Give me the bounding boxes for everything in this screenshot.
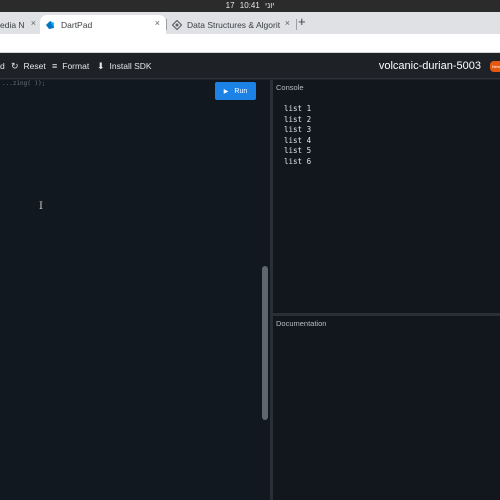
- browser-tab-strip: edia N × DartPad × Data Structures & Alg…: [0, 12, 500, 34]
- console-panel: Console list 1 list 2 list 3 list 4 list…: [273, 80, 500, 313]
- console-line: list 3: [284, 125, 312, 134]
- tab-separator: [296, 19, 297, 30]
- project-name[interactable]: volcanic-durian-5003: [379, 53, 481, 79]
- run-button[interactable]: ▶ Run: [215, 82, 256, 100]
- documentation-title: Documentation: [276, 319, 327, 328]
- console-title: Console: [276, 83, 304, 92]
- new-pad-label: d: [0, 61, 5, 71]
- text-cursor-icon: I: [39, 201, 43, 212]
- tab-label: edia N: [0, 19, 25, 30]
- new-pad-button[interactable]: d: [0, 53, 5, 79]
- tab-separator: [166, 19, 167, 30]
- run-label: Run: [234, 87, 248, 95]
- console-line: list 1: [284, 104, 312, 113]
- console-line: list 6: [284, 156, 312, 166]
- format-label: Format: [62, 61, 90, 71]
- documentation-panel: Documentation: [273, 316, 500, 500]
- play-icon: ▶: [223, 88, 229, 95]
- browser-address-area: [0, 34, 500, 53]
- code-editor[interactable]: ...zing( )); ▶ Run I: [0, 80, 270, 500]
- close-icon[interactable]: ×: [155, 18, 160, 28]
- new-tab-button[interactable]: +: [298, 14, 306, 29]
- site-favicon-icon: [172, 19, 182, 30]
- console-line: list 5: [284, 146, 312, 155]
- format-button[interactable]: ≡ Format: [52, 53, 89, 79]
- close-icon[interactable]: ×: [285, 18, 290, 28]
- browser-tab-media[interactable]: edia N ×: [0, 15, 40, 34]
- editor-scrollbar[interactable]: [262, 266, 268, 420]
- reset-icon: ↻: [11, 60, 19, 71]
- console-line: list 4: [284, 135, 312, 145]
- download-icon: ⬇: [97, 60, 105, 71]
- dartpad-toolbar: d ↻ Reset ≡ Format ⬇ Install SDK volcani…: [0, 53, 500, 79]
- os-clock[interactable]: 17 יוני 10:41: [0, 0, 500, 12]
- dart-logo-icon: [46, 20, 54, 29]
- code-line: ...zing( ));: [2, 80, 46, 87]
- reset-label: Reset: [23, 61, 46, 71]
- install-sdk-label: Install SDK: [109, 61, 152, 71]
- tab-label: Data Structures & Algorit: [187, 19, 281, 30]
- new-badge[interactable]: New: [490, 61, 500, 72]
- browser-tab-data-structures[interactable]: Data Structures & Algorit ×: [168, 15, 296, 34]
- browser-tab-dartpad[interactable]: DartPad ×: [40, 15, 166, 34]
- os-top-bar: 17 יוני 10:41: [0, 0, 500, 12]
- tab-label: DartPad: [61, 19, 93, 30]
- console-output: list 1 list 2 list 3 list 4 list 5 list …: [284, 104, 311, 167]
- close-icon[interactable]: ×: [31, 18, 36, 28]
- reset-button[interactable]: ↻ Reset: [11, 53, 46, 79]
- console-line: list 2: [284, 114, 312, 124]
- install-sdk-button[interactable]: ⬇ Install SDK: [97, 53, 152, 79]
- os-time: 10:41: [239, 1, 260, 10]
- format-icon: ≡: [52, 61, 58, 71]
